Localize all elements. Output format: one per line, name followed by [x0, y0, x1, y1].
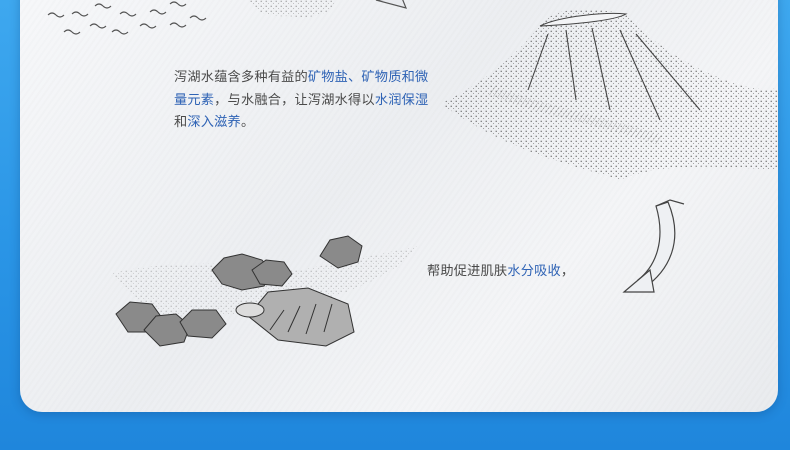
curved-arrow-down-left-icon — [622, 199, 685, 293]
water-waves-icon — [47, 1, 207, 35]
para2-text-2: ， — [560, 264, 575, 279]
para2-text-1: 帮助促进肌肤 — [427, 264, 508, 279]
para1-highlight-nourish: 深入滋养 — [187, 115, 241, 130]
arrow-fragment-icon — [375, 0, 408, 9]
paragraph-absorption: 帮助促进肌肤水分吸收， — [427, 261, 627, 284]
para1-text-3: 和 — [174, 115, 188, 130]
para1-highlight-moisturize: 水润保湿 — [374, 92, 429, 108]
sketch-illustrations — [47, 0, 778, 347]
para1-text-4: 。 — [240, 115, 255, 130]
para1-text-1: 泻湖水蕴含多种有益的 — [174, 70, 308, 85]
volcano-icon — [444, 9, 778, 181]
para2-highlight-absorption: 水分吸收 — [507, 264, 561, 279]
paragraph-mineral-benefits: 泻湖水蕴含多种有益的矿物盐、矿物质和微量元素，与水融合，让泻湖水得以水润保湿和深… — [174, 67, 436, 135]
land-blob-icon — [248, 0, 336, 17]
rocks-and-water-sketch-icon — [110, 235, 420, 347]
para1-text-2: ，与水融合，让泻湖水得以 — [214, 92, 375, 108]
content-card: 泻湖水蕴含多种有益的矿物盐、矿物质和微量元素，与水融合，让泻湖水得以水润保湿和深… — [20, 0, 778, 412]
